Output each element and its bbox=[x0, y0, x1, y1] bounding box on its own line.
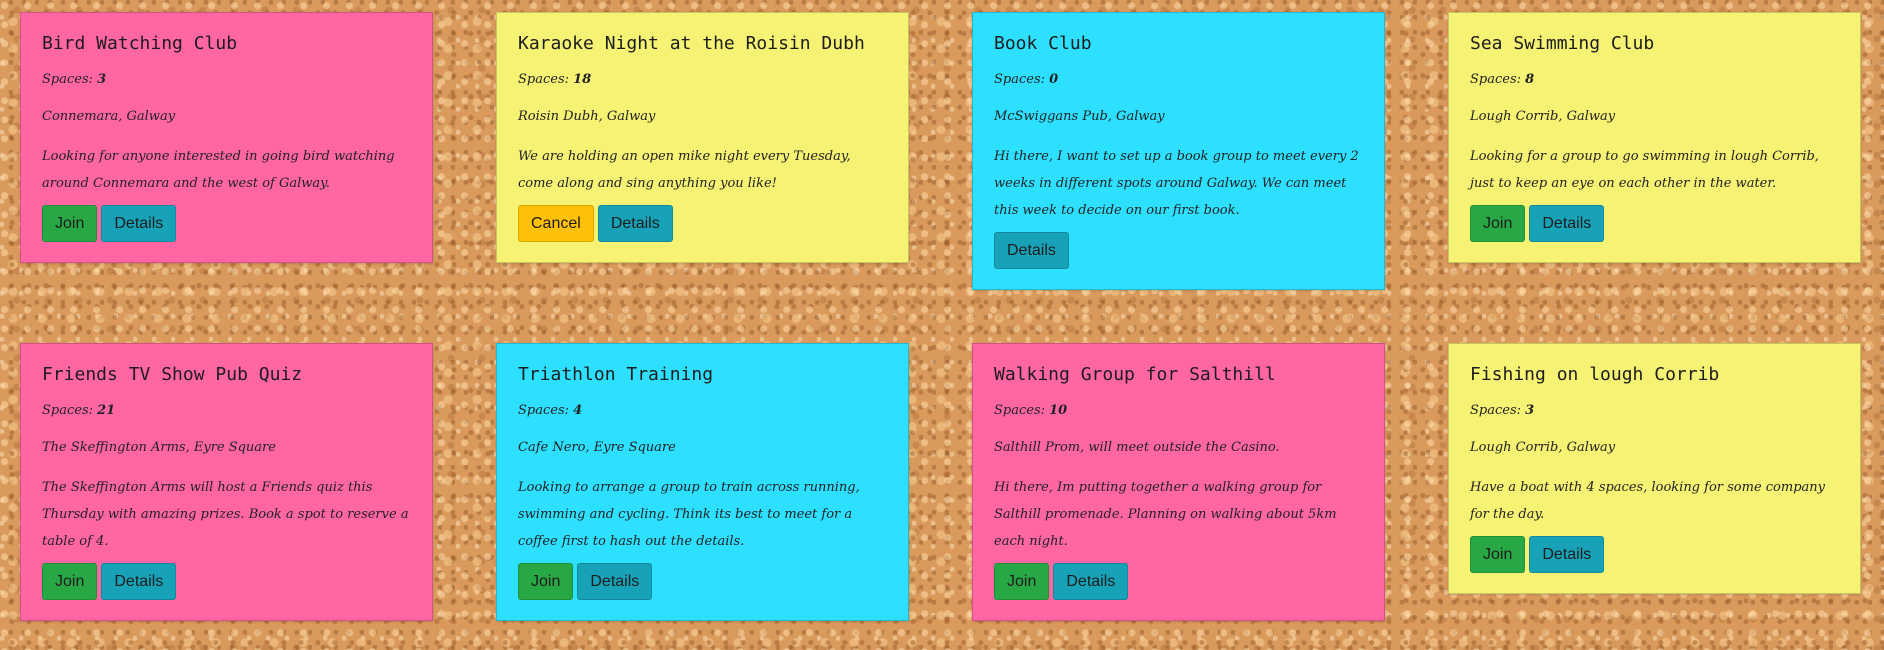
card-actions: Join Details bbox=[994, 563, 1364, 600]
event-card: Sea Swimming Club Spaces: 8 Lough Corrib… bbox=[1448, 12, 1861, 263]
details-button[interactable]: Details bbox=[577, 563, 653, 600]
card-actions: Details bbox=[994, 232, 1364, 269]
spaces-count: 18 bbox=[573, 72, 592, 87]
event-location: McSwiggans Pub, Galway bbox=[994, 109, 1165, 124]
spaces-count: 3 bbox=[97, 72, 107, 87]
event-location: Lough Corrib, Galway bbox=[1470, 109, 1616, 124]
event-card: Triathlon Training Spaces: 4 Cafe Nero, … bbox=[496, 343, 909, 621]
join-button[interactable]: Join bbox=[1470, 536, 1526, 573]
event-card: Book Club Spaces: 0 McSwiggans Pub, Galw… bbox=[972, 12, 1385, 290]
event-description: Looking to arrange a group to train acro… bbox=[518, 480, 860, 549]
event-description: We are holding an open mike night every … bbox=[518, 149, 851, 191]
card-actions: Join Details bbox=[1470, 205, 1840, 242]
event-description: Looking for a group to go swimming in lo… bbox=[1470, 149, 1819, 191]
event-card: Bird Watching Club Spaces: 3 Connemara, … bbox=[20, 12, 433, 263]
details-button[interactable]: Details bbox=[597, 205, 673, 242]
event-title: Karaoke Night at the Roisin Dubh bbox=[518, 33, 865, 54]
event-card: Karaoke Night at the Roisin Dubh Spaces:… bbox=[496, 12, 909, 263]
spaces-count: 8 bbox=[1525, 72, 1535, 87]
event-description: Have a boat with 4 spaces, looking for s… bbox=[1470, 480, 1825, 522]
card-actions: Join Details bbox=[1470, 536, 1840, 573]
spaces-count: 4 bbox=[573, 403, 583, 418]
spaces-count: 0 bbox=[1049, 72, 1059, 87]
spaces-label: Spaces: bbox=[1470, 403, 1526, 418]
join-button[interactable]: Join bbox=[518, 563, 574, 600]
spaces-label: Spaces: bbox=[42, 403, 98, 418]
event-description: The Skeffington Arms will host a Friends… bbox=[42, 480, 409, 549]
details-button[interactable]: Details bbox=[1529, 536, 1605, 573]
spaces-text: Spaces: 10 bbox=[994, 402, 1364, 420]
cancel-button[interactable]: Cancel bbox=[518, 205, 594, 242]
event-location: Connemara, Galway bbox=[42, 109, 176, 124]
event-location: The Skeffington Arms, Eyre Square bbox=[42, 440, 276, 455]
event-title: Fishing on lough Corrib bbox=[1470, 364, 1720, 385]
spaces-count: 21 bbox=[97, 403, 116, 418]
card-actions: Join Details bbox=[518, 563, 888, 600]
card-actions: Cancel Details bbox=[518, 205, 888, 242]
details-button[interactable]: Details bbox=[101, 563, 177, 600]
event-description: Looking for anyone interested in going b… bbox=[42, 149, 395, 191]
spaces-text: Spaces: 8 bbox=[1470, 71, 1840, 89]
spaces-label: Spaces: bbox=[1470, 72, 1526, 87]
spaces-label: Spaces: bbox=[518, 403, 574, 418]
details-button[interactable]: Details bbox=[994, 232, 1069, 269]
event-title: Sea Swimming Club bbox=[1470, 33, 1655, 54]
spaces-label: Spaces: bbox=[518, 72, 574, 87]
join-button[interactable]: Join bbox=[994, 563, 1050, 600]
event-card: Fishing on lough Corrib Spaces: 3 Lough … bbox=[1448, 343, 1861, 594]
event-card: Walking Group for Salthill Spaces: 10 Sa… bbox=[972, 343, 1385, 621]
event-location: Lough Corrib, Galway bbox=[1470, 440, 1616, 455]
event-title: Friends TV Show Pub Quiz bbox=[42, 364, 303, 385]
event-title: Book Club bbox=[994, 33, 1092, 54]
spaces-text: Spaces: 4 bbox=[518, 402, 888, 420]
spaces-label: Spaces: bbox=[994, 403, 1050, 418]
spaces-text: Spaces: 3 bbox=[1470, 402, 1840, 420]
spaces-text: Spaces: 0 bbox=[994, 71, 1364, 89]
event-card: Friends TV Show Pub Quiz Spaces: 21 The … bbox=[20, 343, 433, 621]
event-title: Triathlon Training bbox=[518, 364, 714, 385]
join-button[interactable]: Join bbox=[42, 205, 98, 242]
spaces-label: Spaces: bbox=[42, 72, 98, 87]
spaces-text: Spaces: 3 bbox=[42, 71, 412, 89]
card-actions: Join Details bbox=[42, 205, 412, 242]
event-title: Walking Group for Salthill bbox=[994, 364, 1276, 385]
card-actions: Join Details bbox=[42, 563, 412, 600]
spaces-text: Spaces: 21 bbox=[42, 402, 412, 420]
spaces-text: Spaces: 18 bbox=[518, 71, 888, 89]
join-button[interactable]: Join bbox=[1470, 205, 1526, 242]
details-button[interactable]: Details bbox=[1529, 205, 1605, 242]
spaces-count: 3 bbox=[1525, 403, 1535, 418]
event-location: Salthill Prom, will meet outside the Cas… bbox=[994, 440, 1280, 455]
details-button[interactable]: Details bbox=[101, 205, 177, 242]
spaces-count: 10 bbox=[1049, 403, 1068, 418]
event-description: Hi there, I want to set up a book group … bbox=[994, 149, 1359, 218]
event-title: Bird Watching Club bbox=[42, 33, 238, 54]
event-location: Roisin Dubh, Galway bbox=[518, 109, 656, 124]
event-location: Cafe Nero, Eyre Square bbox=[518, 440, 676, 455]
join-button[interactable]: Join bbox=[42, 563, 98, 600]
spaces-label: Spaces: bbox=[994, 72, 1050, 87]
cork-board: Bird Watching Club Spaces: 3 Connemara, … bbox=[0, 0, 1884, 650]
event-description: Hi there, Im putting together a walking … bbox=[994, 480, 1337, 549]
details-button[interactable]: Details bbox=[1053, 563, 1129, 600]
